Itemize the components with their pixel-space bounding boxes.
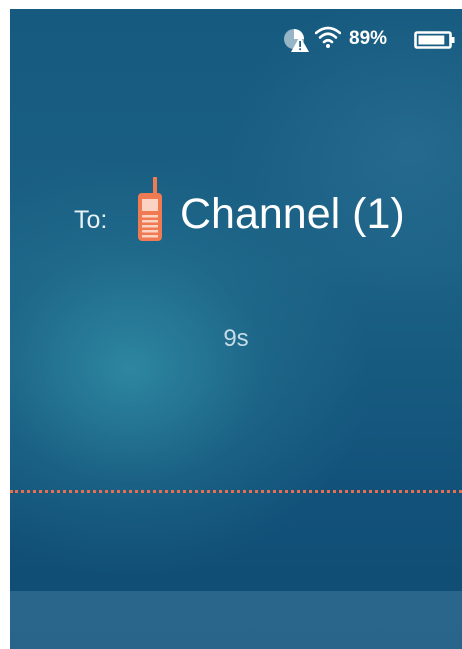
- wifi-icon: [314, 25, 342, 49]
- call-target: To: Channel (1): [10, 177, 462, 257]
- ptt-call-screen: 89% To: Channel (1) 9s: [10, 9, 462, 649]
- to-label: To:: [74, 206, 108, 234]
- battery-percentage: 89%: [349, 28, 388, 49]
- channel-name: Channel (1): [180, 190, 405, 238]
- no-sim-warning-icon: [283, 28, 309, 52]
- battery-icon: [414, 29, 456, 51]
- call-timer: 9s: [223, 325, 249, 352]
- status-bar: 89%: [10, 9, 462, 67]
- bottom-bar[interactable]: [10, 591, 462, 649]
- talk-divider: [10, 490, 462, 493]
- walkie-talkie-icon: [134, 177, 166, 245]
